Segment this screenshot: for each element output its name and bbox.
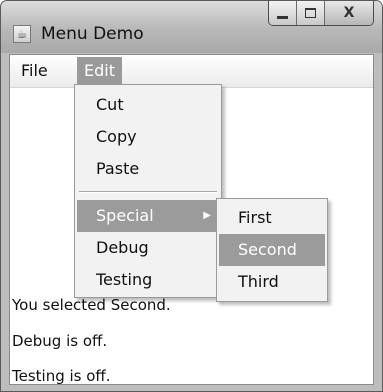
menu-item-special-label: Special (96, 206, 154, 225)
maximize-button[interactable] (297, 1, 325, 25)
menu-item-special[interactable]: Special ▶ (77, 200, 219, 232)
submenu-item-second[interactable]: Second (219, 234, 325, 266)
menu-item-cut[interactable]: Cut (77, 89, 219, 121)
menu-separator (79, 191, 217, 193)
title-bar[interactable]: ☕ Menu Demo X (1, 1, 382, 53)
window-controls: X (268, 1, 374, 26)
menu-edit[interactable]: Edit (77, 57, 122, 85)
minimize-icon (277, 15, 288, 19)
status-debug: Debug is off. (12, 332, 108, 350)
menu-file[interactable]: File (14, 57, 55, 85)
menu-item-testing[interactable]: Testing (77, 264, 219, 296)
submenu-item-third[interactable]: Third (219, 266, 325, 298)
minimize-button[interactable] (269, 1, 297, 25)
edit-menu-popup: Cut Copy Paste Special ▶ Debug Testing (74, 84, 222, 298)
submenu-item-first[interactable]: First (219, 202, 325, 234)
status-selection: You selected Second. (12, 296, 171, 314)
status-testing: Testing is off. (12, 367, 111, 385)
close-icon: X (343, 5, 355, 21)
close-button[interactable]: X (325, 1, 373, 25)
menu-item-debug[interactable]: Debug (77, 232, 219, 264)
special-submenu-popup: First Second Third (216, 198, 328, 302)
submenu-arrow-icon: ▶ (203, 210, 211, 221)
java-coffee-icon[interactable]: ☕ (13, 25, 31, 43)
menu-item-copy[interactable]: Copy (77, 121, 219, 153)
window-title: Menu Demo (41, 24, 144, 44)
menu-item-paste[interactable]: Paste (77, 153, 219, 185)
maximize-icon (305, 8, 316, 18)
